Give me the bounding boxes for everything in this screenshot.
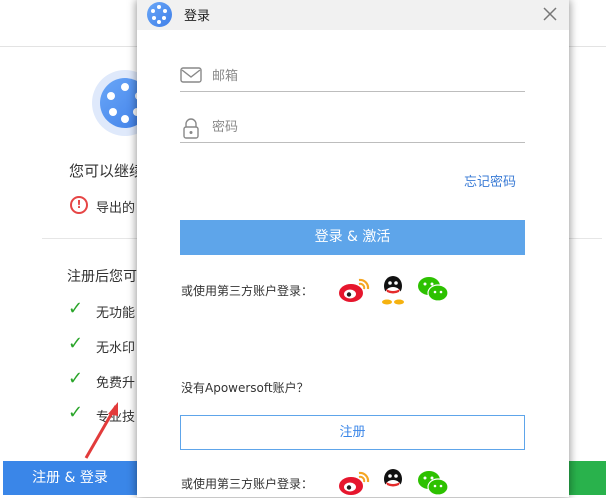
mail-icon (180, 67, 202, 83)
warning-icon: ! (70, 196, 88, 214)
check-icon: ✓ (68, 368, 84, 389)
third-party-label: 或使用第三方账户登录： (181, 284, 314, 298)
close-icon[interactable] (539, 3, 561, 25)
password-field (180, 113, 525, 143)
wechat-icon[interactable] (417, 275, 449, 303)
forgot-password-link[interactable]: 忘记密码 (464, 171, 516, 190)
continue-text: 您可以继续 (69, 162, 145, 180)
password-input[interactable] (212, 113, 512, 141)
red-arrow-icon (84, 402, 118, 459)
qq-icon[interactable] (380, 275, 406, 305)
register-intro: 注册后您可 (67, 269, 137, 285)
weibo-icon[interactable] (337, 469, 371, 497)
app-logo-small (147, 2, 172, 27)
login-dialog: 登录 忘记密码 登录 & 激活 或使用第三方账户登录： (137, 0, 569, 497)
green-action-button[interactable] (568, 461, 606, 495)
benefit-item: 免费升 (96, 376, 136, 391)
login-activate-button[interactable]: 登录 & 激活 (180, 220, 525, 255)
email-input[interactable] (212, 62, 512, 90)
benefit-item: 无水印 (96, 341, 136, 356)
warning-text: 导出的 (96, 201, 136, 216)
no-account-text: 没有Apowersoft账户？ (181, 381, 309, 395)
third-party-label: 或使用第三方账户登录： (181, 477, 314, 491)
dialog-header: 登录 (137, 0, 569, 30)
email-field (180, 62, 525, 92)
wechat-icon[interactable] (417, 469, 449, 497)
benefit-item: 无功能 (96, 306, 136, 321)
lock-icon (183, 118, 199, 139)
register-button[interactable]: 注册 (180, 415, 525, 450)
check-icon: ✓ (68, 298, 84, 319)
dialog-title: 登录 (184, 9, 211, 24)
weibo-icon[interactable] (337, 276, 371, 304)
qq-icon[interactable] (380, 468, 406, 498)
register-login-button[interactable]: 注册 & 登录 (3, 461, 137, 495)
check-icon: ✓ (68, 333, 84, 354)
